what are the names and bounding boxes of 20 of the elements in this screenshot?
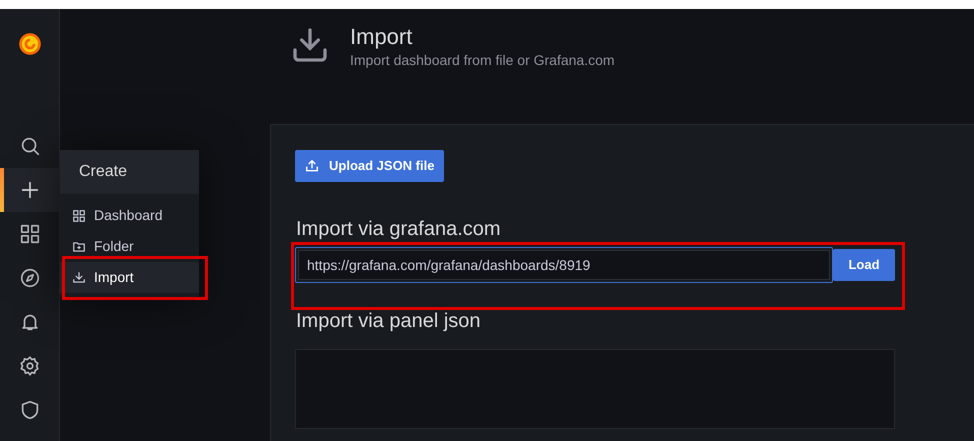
menu-item[interactable]: Import [60,262,199,293]
menu-item[interactable]: Folder [60,231,199,262]
section-heading: Import via panel json [296,309,482,333]
upload-json-button[interactable]: Upload JSON file [295,150,444,182]
upload-icon [305,159,319,173]
section-heading: Import via grafana.com [296,217,502,241]
settings-icon [18,355,40,377]
logo-icon[interactable] [16,31,42,57]
menu-item[interactable]: Dashboard [60,200,199,231]
download-icon [72,270,86,284]
page-title: Import [350,23,414,51]
sidebar-item[interactable] [0,168,59,212]
folder-icon [72,240,86,254]
grid-icon [18,223,40,245]
url-input-field[interactable]: https://grafana.com/grafana/dashboards/8919 [295,247,833,283]
grid-icon [72,208,86,222]
menu-header: Create [60,150,199,194]
page-subtitle: Import dashboard from file or Grafana.com [350,51,615,69]
compass-icon [18,267,40,289]
load-button[interactable]: Load [833,249,895,281]
